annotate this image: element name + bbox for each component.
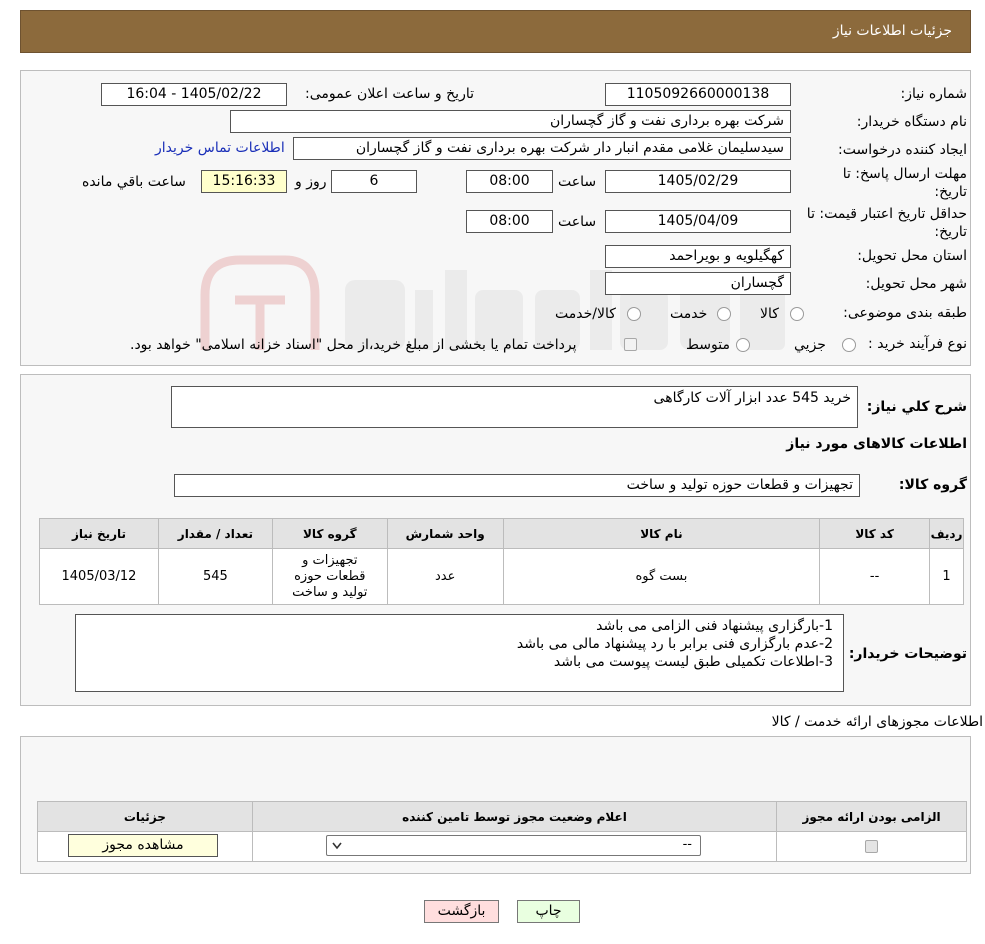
process-minor-radio[interactable] — [842, 338, 856, 352]
col-permit-required: الزامی بودن ارائه مجوز — [776, 801, 967, 832]
remaining-days-field: 6 — [331, 170, 417, 193]
buyer-note-line: 1-بارگزاری پیشنهاد فنی الزامی می باشد — [596, 618, 833, 634]
col-permit-details: جزئیات — [37, 801, 253, 832]
deadline-hour-label: ساعت — [558, 174, 597, 190]
page-title: جزئیات اطلاعات نیاز — [832, 23, 952, 39]
deadline-label-date: تاریخ: — [934, 184, 967, 200]
goods-group-label: گروه کالا: — [898, 477, 967, 493]
category-label: طبقه بندی موضوعی: — [843, 305, 967, 321]
need-description-label: شرح کلي نیاز: — [866, 399, 967, 415]
cell-unit: عدد — [386, 548, 504, 605]
col-need-date: تاریخ نیاز — [39, 518, 159, 549]
city-field: گچساران — [605, 272, 791, 295]
remaining-label: ساعت باقي مانده — [82, 174, 186, 190]
print-button[interactable]: چاپ — [517, 900, 580, 923]
buyer-notes-label: توضیحات خریدار: — [848, 646, 967, 662]
deadline-time-field: 08:00 — [466, 170, 553, 193]
table-row: 1 -- بست گوه عدد تجهیزات و قطعات حوزه تو… — [39, 548, 964, 605]
validity-time-field: 08:00 — [466, 210, 553, 233]
announce-datetime-field: 1405/02/22 - 16:04 — [101, 83, 287, 106]
requester-field: سیدسلیمان غلامی مقدم انبار دار شرکت بهره… — [293, 137, 791, 160]
category-goods-label: کالا — [760, 306, 779, 322]
col-unit: واحد شمارش — [386, 518, 504, 549]
permits-title: اطلاعات مجوزهای ارائه خدمت / کالا — [771, 714, 983, 730]
goods-group-field: تجهیزات و قطعات حوزه تولید و ساخت — [174, 474, 860, 497]
cell-need-date: 1405/03/12 — [39, 548, 159, 605]
buyer-contact-link[interactable]: اطلاعات تماس خریدار — [155, 140, 285, 156]
cell-quantity: 545 — [157, 548, 273, 605]
page-header: جزئیات اطلاعات نیاز — [20, 10, 971, 53]
need-description-text: خرید 545 عدد ابزار آلات کارگاهی — [653, 390, 851, 406]
cell-goods-code: -- — [819, 548, 931, 605]
goods-table: ردیف کد کالا نام کالا واحد شمارش گروه کا… — [39, 518, 964, 605]
view-permit-button[interactable]: مشاهده مجوز — [68, 834, 218, 857]
back-button[interactable]: بازگشت — [424, 900, 499, 923]
goods-info-title: اطلاعات کالاهای مورد نیاز — [786, 436, 967, 452]
category-goods-service-label: کالا/خدمت — [555, 306, 616, 322]
need-description-field: خرید 545 عدد ابزار آلات کارگاهی — [171, 386, 858, 428]
col-goods-name: نام کالا — [502, 518, 821, 549]
permit-status-selected: -- — [682, 837, 692, 852]
treasury-payment-checkbox[interactable] — [624, 338, 637, 351]
validity-date-field: 1405/04/09 — [605, 210, 791, 233]
validity-hour-label: ساعت — [558, 214, 597, 230]
province-field: کهگیلویه و بویراحمد — [605, 245, 791, 268]
category-goods-service-radio[interactable] — [627, 307, 641, 321]
process-medium-radio[interactable] — [736, 338, 750, 352]
treasury-payment-note: پرداخت تمام یا بخشی از مبلغ خرید،از محل … — [130, 337, 577, 353]
cell-goods-name: بست گوه — [502, 548, 821, 605]
col-quantity: تعداد / مقدار — [157, 518, 273, 549]
chevron-down-icon — [332, 842, 342, 850]
requester-label: ایجاد کننده درخواست: — [838, 142, 967, 158]
buyer-note-line: 3-اطلاعات تکمیلی طبق لیست پیوست می باشد — [553, 654, 833, 670]
permit-required-checkbox[interactable] — [865, 840, 879, 853]
buyer-org-label: نام دستگاه خریدار: — [856, 114, 967, 130]
col-goods-code: کد کالا — [819, 518, 931, 549]
need-number-label: شماره نیاز: — [900, 86, 968, 102]
cell-row-number: 1 — [929, 548, 964, 605]
city-label: شهر محل تحویل: — [865, 276, 967, 292]
col-row-number: ردیف — [929, 518, 964, 549]
province-label: استان محل تحویل: — [857, 248, 967, 264]
remaining-time-field: 15:16:33 — [201, 170, 287, 193]
need-number-field: 1105092660000138 — [605, 83, 791, 106]
validity-label-date: تاریخ: — [934, 224, 967, 240]
category-service-radio[interactable] — [717, 307, 731, 321]
process-minor-label: جزیي — [794, 337, 826, 353]
validity-label: حداقل تاریخ اعتبار قیمت: تا — [806, 206, 967, 222]
deadline-date-field: 1405/02/29 — [605, 170, 791, 193]
buyer-note-line: 2-عدم بارگزاری فنی برابر با رد پیشنهاد م… — [516, 636, 833, 652]
cell-goods-group: تجهیزات و قطعات حوزه تولید و ساخت — [271, 548, 388, 605]
deadline-label: مهلت ارسال پاسخ: تا — [842, 166, 967, 182]
buyer-org-field: شرکت بهره برداری نفت و گاز گچساران — [230, 110, 791, 133]
buyer-notes-field: 1-بارگزاری پیشنهاد فنی الزامی می باشد 2-… — [75, 614, 844, 692]
category-goods-radio[interactable] — [790, 307, 804, 321]
col-goods-group: گروه کالا — [271, 518, 388, 549]
process-type-label: نوع فرآیند خرید : — [868, 336, 967, 352]
permit-status-select[interactable]: -- — [326, 835, 701, 856]
category-service-label: خدمت — [670, 306, 708, 322]
days-label: روز و — [295, 174, 327, 190]
cell-permit-required — [776, 831, 967, 862]
announce-datetime-label: تاریخ و ساعت اعلان عمومی: — [305, 86, 474, 102]
col-permit-status: اعلام وضعیت مجوز توسط تامین کننده — [251, 801, 778, 832]
process-medium-label: متوسط — [686, 337, 730, 353]
